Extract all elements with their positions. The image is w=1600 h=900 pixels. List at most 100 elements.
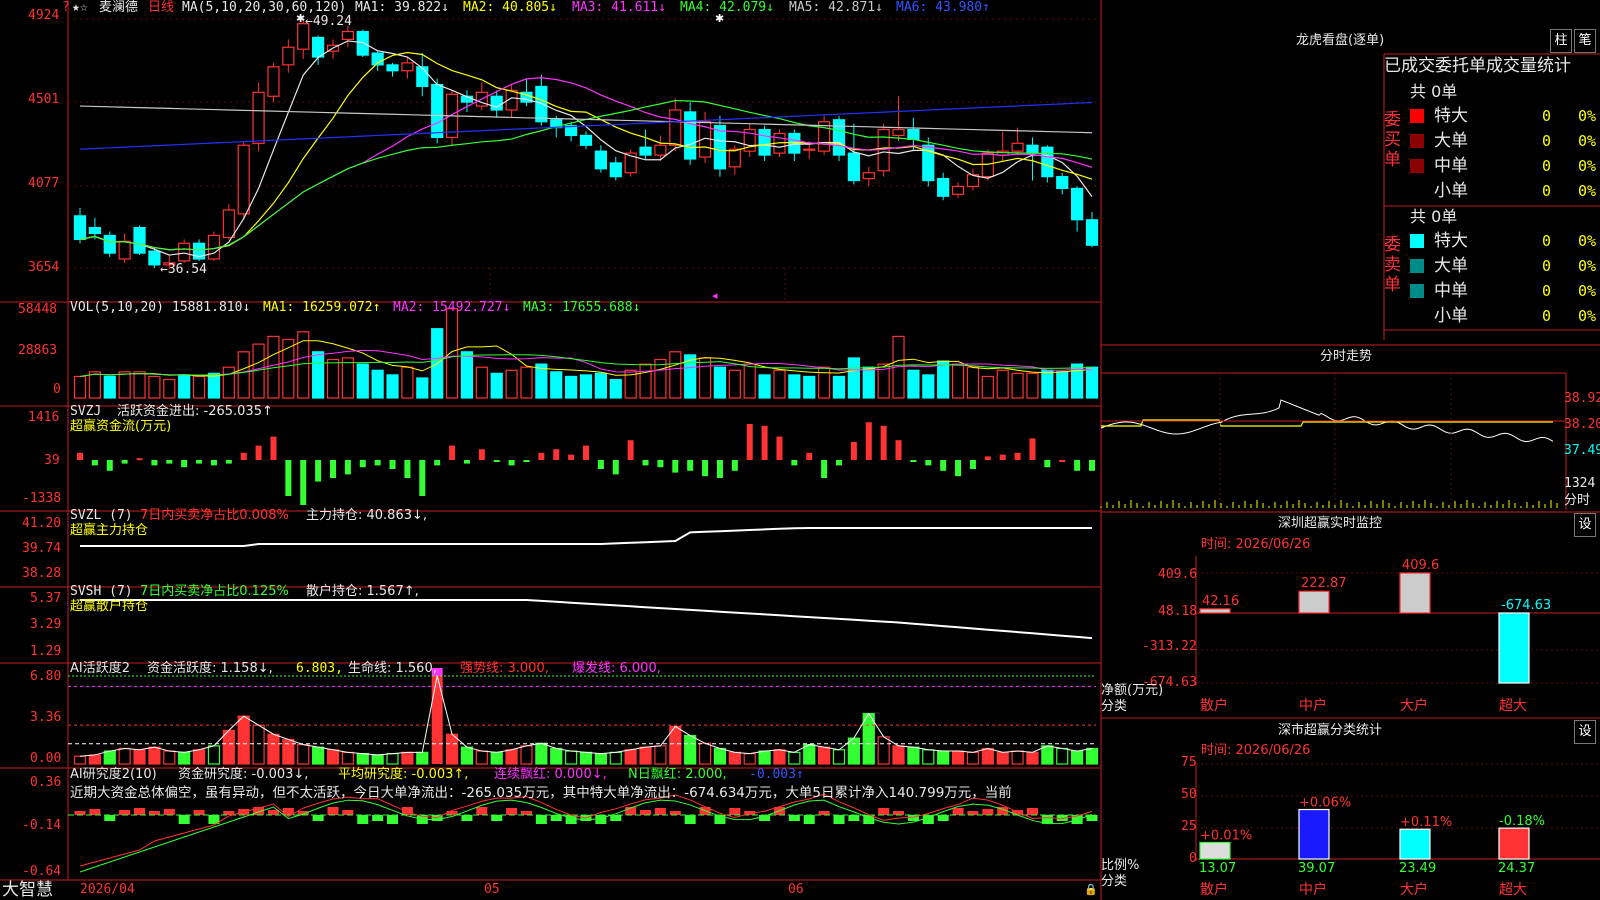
candle <box>148 250 161 266</box>
period-label[interactable]: 日线 <box>148 0 174 15</box>
flow-bar <box>374 460 381 466</box>
research-bar <box>372 815 384 821</box>
svzl-axis-label: 41.20 <box>22 516 62 531</box>
stats-change-label: +0.11% <box>1400 815 1452 830</box>
flow-bar <box>850 442 857 460</box>
activity-bar <box>684 734 697 765</box>
candle <box>386 64 399 72</box>
activity-bar <box>951 750 965 765</box>
svsh-net: 7日内买卖净占比0.125% <box>140 584 289 599</box>
sell-side-label: 委卖单 <box>1384 235 1401 295</box>
activity-bar <box>356 753 369 765</box>
vol-title: VOL(5,10,20) <box>70 300 164 315</box>
volume-bar <box>297 331 310 399</box>
stats-axis-label: 0 <box>1189 851 1197 866</box>
bar-view-button[interactable]: 柱 <box>1550 29 1572 53</box>
flow-bar <box>642 460 649 466</box>
buy-row-percent: 0% <box>1578 107 1597 125</box>
svsh-title: SVSH (7) <box>70 584 133 599</box>
monitor-time: 时间: 2026/06/26 <box>1201 537 1311 552</box>
research-bar <box>476 807 488 815</box>
stats-value-label: 23.49 <box>1399 861 1436 876</box>
vol-ma1: MA1: 16259.072↑ <box>263 300 381 315</box>
candle <box>118 240 131 260</box>
volume-bar <box>728 369 741 399</box>
research-bar <box>89 809 101 815</box>
flow-bar <box>449 445 456 460</box>
ma4-value: MA4: 42.079↓ <box>680 0 774 15</box>
activity-bar <box>1056 747 1069 765</box>
research-bar <box>357 815 369 824</box>
activity-bar <box>192 749 206 765</box>
volume-bar <box>88 371 101 399</box>
research-bar <box>461 815 473 821</box>
research-avg-line <box>79 799 1093 873</box>
candle <box>401 62 414 72</box>
flow-bar <box>553 449 560 460</box>
flow-bar <box>359 460 366 468</box>
volume-bar <box>73 375 87 399</box>
research-bar <box>104 815 116 821</box>
svzj-axis-label: 1416 <box>28 410 60 425</box>
flow-bar <box>389 460 396 469</box>
research-bar <box>446 811 458 815</box>
volume-bar <box>698 357 712 399</box>
buy-row-percent: 0% <box>1578 157 1597 175</box>
activity-bar <box>490 751 503 765</box>
stats-settings-button[interactable]: 设 <box>1574 720 1596 744</box>
volume-bar <box>981 375 994 399</box>
research-bar <box>223 811 235 815</box>
flow-bar <box>627 440 634 460</box>
volume-bar <box>520 366 533 399</box>
stats-time: 时间: 2026/06/26 <box>1201 743 1311 758</box>
sell-row-name: 小单 <box>1434 306 1468 326</box>
activity-bar <box>609 751 622 765</box>
volume-bar <box>937 360 950 399</box>
stats-change-label: +0.01% <box>1200 828 1252 843</box>
flow-bar <box>166 460 173 464</box>
volume-bar <box>966 366 980 399</box>
volume-bar <box>669 351 682 399</box>
activity-bar <box>624 749 637 765</box>
flow-bar <box>791 460 798 466</box>
activity-bar <box>996 751 1009 765</box>
research-bar <box>669 811 681 815</box>
monitor-bar-label: 42.16 <box>1202 594 1239 609</box>
candle <box>267 66 280 97</box>
candle <box>178 242 191 262</box>
tick-view-button[interactable]: 笔 <box>1574 29 1596 53</box>
flow-bar <box>181 460 188 468</box>
sell-row-name: 大单 <box>1434 256 1468 276</box>
candle <box>832 119 846 156</box>
star-icon[interactable]: ★☆ <box>72 0 88 15</box>
ai2-cont: 连续飘红: 0.000↓, <box>494 767 607 782</box>
activity-bar <box>445 733 459 765</box>
candle <box>713 125 727 170</box>
stats-axis-label: 75 <box>1181 755 1197 770</box>
flow-bar <box>508 460 515 466</box>
activity-bar <box>341 751 354 765</box>
volume-bar <box>133 371 146 399</box>
research-bar <box>193 810 205 815</box>
volume-bar <box>758 374 771 399</box>
flow-bar <box>285 460 292 496</box>
activity-bar <box>207 745 221 765</box>
stats-category-label: 超大 <box>1499 882 1527 898</box>
buy-row-swatch <box>1410 159 1424 173</box>
flow-bar <box>925 460 932 466</box>
volume-bar <box>550 371 563 399</box>
candle <box>282 46 295 66</box>
flow-bar <box>702 460 709 477</box>
stock-chart-canvas[interactable]: 42.16 散户 222.87 中户 409.6 大户 -674.63 超大 +0.01% 13.… <box>0 0 1600 900</box>
volume-bar <box>490 372 503 399</box>
stats-xlabel: 分类 <box>1101 874 1128 889</box>
ai2-research: 资金研究度: -0.003↓, <box>178 767 309 782</box>
monitor-settings-button[interactable]: 设 <box>1574 513 1596 537</box>
volume-bar <box>609 378 622 399</box>
ma5-value: MA5: 42.871↓ <box>789 0 883 15</box>
volume-bar <box>178 374 191 399</box>
volume-bar <box>565 375 578 399</box>
flow-bar <box>270 436 277 460</box>
flow-bar <box>568 454 575 460</box>
settings-icon[interactable]: ? <box>62 0 70 15</box>
